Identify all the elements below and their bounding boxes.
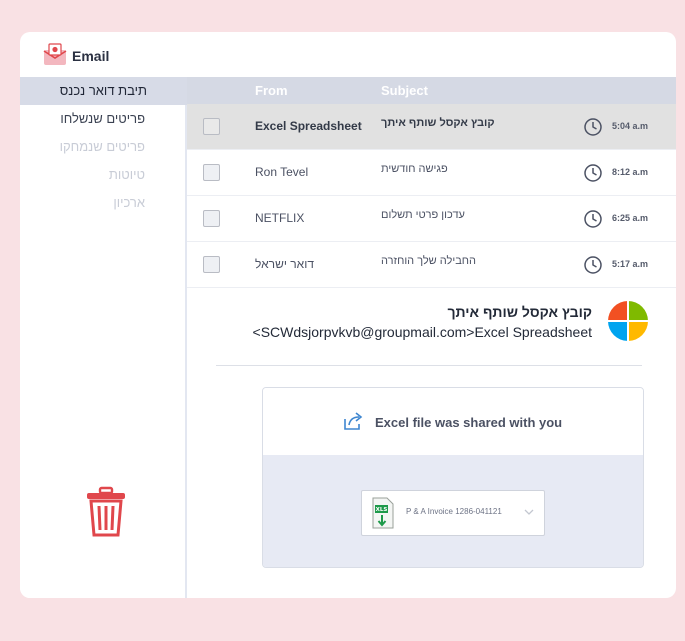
message-from: דואר ישראל: [255, 257, 314, 271]
message-row[interactable]: NETFLIX עדכון פרטי תשלום 6:25 a.m: [187, 196, 676, 242]
sidebar: תיבת דואר נכנס פריטים שנשלחו פריטים שנמח…: [20, 77, 187, 598]
message-time: 5:04 a.m: [612, 121, 649, 131]
preview-subject: קובץ אקסל שותף איתך: [447, 304, 592, 320]
clock-icon: [584, 118, 602, 136]
file-attachment-button[interactable]: XLS P & A Invoice 1286-041121: [361, 490, 545, 536]
clock-icon: [584, 256, 602, 274]
share-icon: [344, 412, 363, 430]
row-checkbox[interactable]: [203, 118, 220, 135]
trash-icon[interactable]: [84, 486, 128, 538]
message-from: Ron Tevel: [255, 165, 309, 179]
column-header-from[interactable]: From: [255, 83, 288, 98]
message-subject: קובץ אקסל שותף איתך: [381, 117, 495, 129]
microsoft-logo-icon: [608, 301, 648, 341]
message-time: 8:12 a.m: [612, 167, 649, 177]
message-from: NETFLIX: [255, 211, 305, 225]
message-from: Excel Spreadsheet: [255, 119, 362, 133]
shared-file-card-body: XLS P & A Invoice 1286-041121: [263, 455, 643, 567]
message-time: 6:25 a.m: [612, 213, 649, 223]
excel-file-icon: XLS: [372, 497, 394, 529]
message-subject: עדכון פרטי תשלום: [381, 209, 465, 221]
shared-file-card: Excel file was shared with you XLS P & A…: [262, 387, 644, 568]
row-checkbox[interactable]: [203, 164, 220, 181]
message-row[interactable]: דואר ישראל החבילה שלך הוחזרה 5:17 a.m: [187, 242, 676, 288]
sidebar-item-drafts[interactable]: טיוטות: [20, 161, 185, 189]
envelope-icon: [43, 43, 67, 65]
message-time: 5:17 a.m: [612, 259, 649, 269]
shared-file-title: Excel file was shared with you: [375, 415, 563, 430]
file-icon-label: XLS: [376, 507, 388, 513]
column-header-subject[interactable]: Subject: [381, 83, 428, 98]
sidebar-item-archive[interactable]: ארכיון: [20, 189, 185, 217]
message-list: Excel Spreadsheet קובץ אקסל שותף איתך 5:…: [187, 104, 676, 288]
message-subject: פגישה חודשית: [381, 163, 448, 175]
clock-icon: [584, 210, 602, 228]
message-row[interactable]: Excel Spreadsheet קובץ אקסל שותף איתך 5:…: [187, 104, 676, 150]
shared-file-card-header: Excel file was shared with you: [263, 388, 643, 456]
message-row[interactable]: Ron Tevel פגישה חודשית 8:12 a.m: [187, 150, 676, 196]
message-list-header: From Subject: [187, 77, 676, 104]
app-title: Email: [72, 48, 110, 64]
message-subject: החבילה שלך הוחזרה: [381, 255, 476, 267]
clock-icon: [584, 164, 602, 182]
sidebar-item-sent[interactable]: פריטים שנשלחו: [20, 105, 185, 133]
app-header: Email: [20, 32, 676, 77]
preview-sender: <SCWdsjorpvkvb@groupmail.com>Excel Sprea…: [252, 324, 592, 340]
chevron-down-icon[interactable]: [524, 508, 534, 516]
row-checkbox[interactable]: [203, 210, 220, 227]
row-checkbox[interactable]: [203, 256, 220, 273]
preview-divider: [216, 365, 642, 366]
email-window: Email תיבת דואר נכנס פריטים שנשלחו פריטי…: [20, 32, 676, 598]
sidebar-item-inbox[interactable]: תיבת דואר נכנס: [20, 77, 187, 105]
file-name: P & A Invoice 1286-041121: [406, 507, 502, 516]
sidebar-item-deleted[interactable]: פריטים שנמחקו: [20, 133, 185, 161]
